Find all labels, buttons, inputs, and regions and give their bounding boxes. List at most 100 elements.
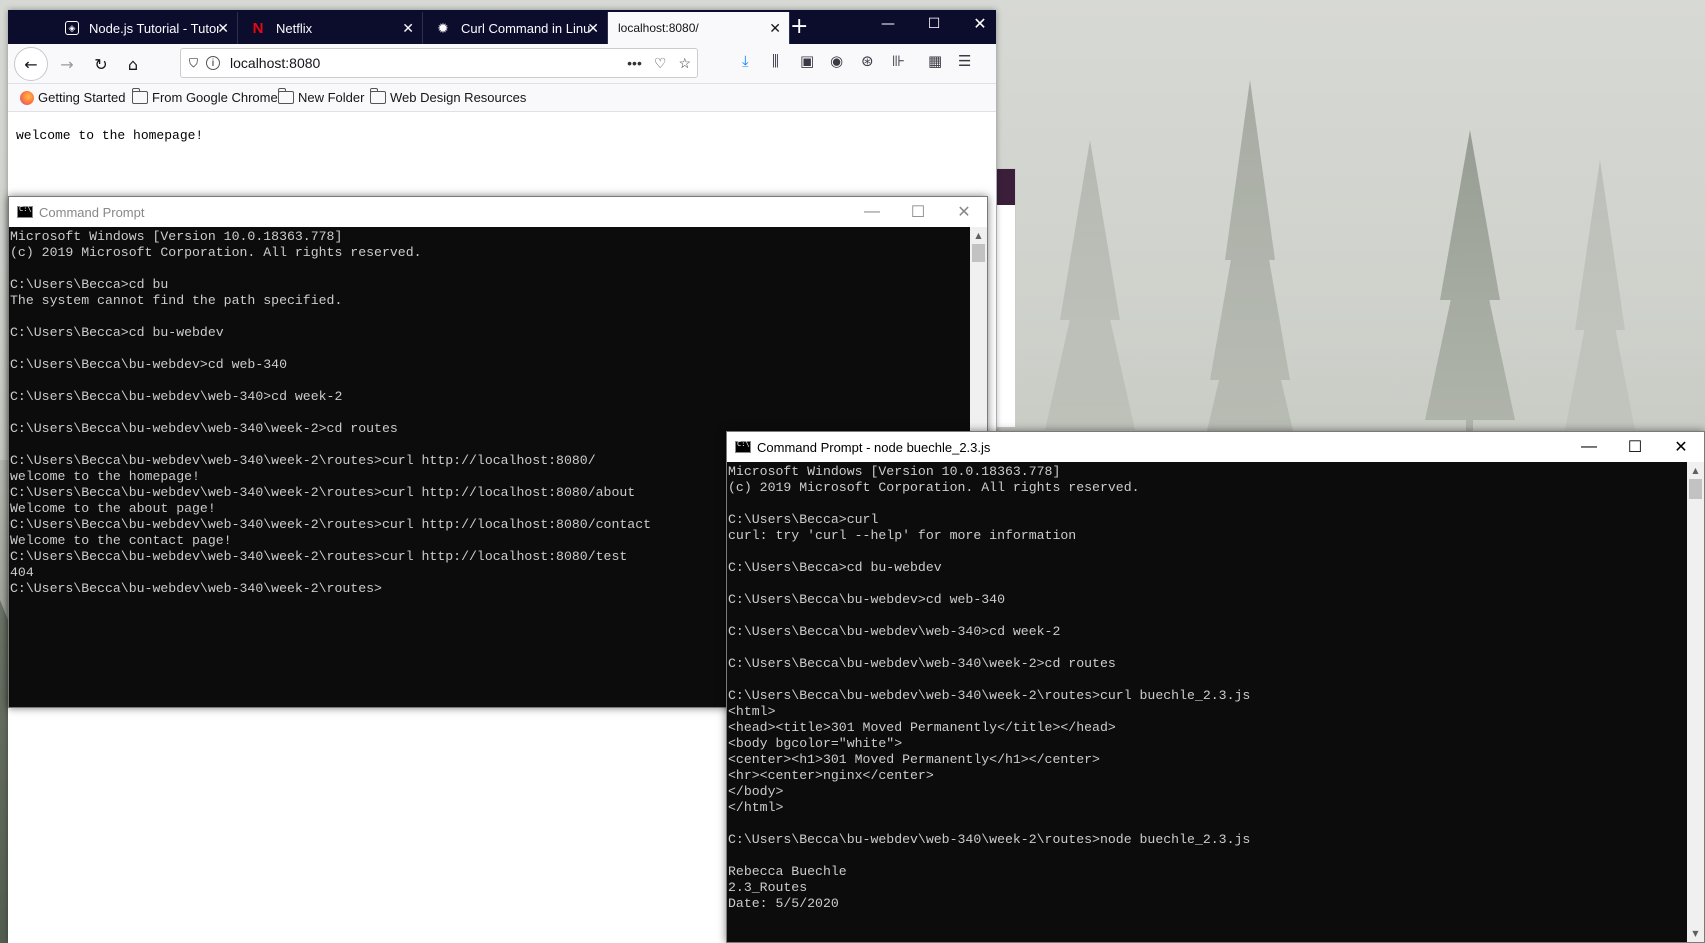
terminal-line: <html> <box>728 704 776 719</box>
scrollbar-thumb[interactable] <box>1689 479 1702 499</box>
close-button[interactable]: ✕ <box>1658 432 1704 462</box>
terminal-line: <head><title>301 Moved Permanently</titl… <box>728 720 1116 735</box>
firefox-icon <box>20 90 34 105</box>
terminal-line: The system cannot find the path specifie… <box>10 293 343 308</box>
sidebar-icon[interactable]: ▣ <box>800 52 814 70</box>
terminal-output[interactable]: Microsoft Windows [Version 10.0.18363.77… <box>727 462 1687 942</box>
terminal-line: Microsoft Windows [Version 10.0.18363.77… <box>728 464 1061 479</box>
tab-strip: ◈ Node.js Tutorial - Tutor ✕ N Netflix ✕… <box>8 10 996 44</box>
terminal-line: C:\Users\Becca\bu-webdev\web-340>cd week… <box>10 389 343 404</box>
terminal-line: <body bgcolor="white"> <box>728 736 903 751</box>
terminal-line: C:\Users\Becca>cd bu-webdev <box>10 325 224 340</box>
tab-netflix[interactable]: N Netflix ✕ <box>238 12 423 44</box>
minimize-button[interactable]: — <box>865 16 911 32</box>
terminal-line: <hr><center>nginx</center> <box>728 768 934 783</box>
scroll-down-icon[interactable]: ▼ <box>1687 925 1704 942</box>
close-window-button[interactable]: ✕ <box>957 14 1003 33</box>
library-icon[interactable]: ⫼ <box>772 52 779 70</box>
scroll-up-icon[interactable]: ▲ <box>1687 462 1704 479</box>
bookmark-folder-google-chrome[interactable]: From Google Chrome <box>132 88 278 105</box>
window-title: Command Prompt <box>39 204 145 220</box>
reload-button[interactable]: ↻ <box>88 52 114 76</box>
pocket-icon[interactable]: ♡ <box>654 55 667 72</box>
tab-title: Node.js Tutorial - Tutor <box>89 20 219 36</box>
terminal-line: (c) 2019 Microsoft Corporation. All righ… <box>10 245 422 260</box>
terminal-line: curl: try 'curl --help' for more informa… <box>728 528 1077 543</box>
close-icon[interactable]: ✕ <box>587 20 599 37</box>
bookmark-label: Getting Started <box>38 90 126 105</box>
tab-title: localhost:8080/ <box>618 21 699 35</box>
bookmark-folder-web-design[interactable]: Web Design Resources <box>370 88 527 105</box>
terminal-line: </html> <box>728 800 784 815</box>
command-prompt-node-window: Command Prompt - node buechle_2.3.js — ☐… <box>726 431 1705 943</box>
close-icon[interactable]: ✕ <box>769 20 781 37</box>
back-button[interactable]: ← <box>14 47 48 81</box>
scrollbar[interactable]: ▲ ▼ <box>1687 462 1704 942</box>
folder-icon <box>132 88 148 104</box>
tab-nodejs-tutorial[interactable]: ◈ Node.js Tutorial - Tutor ✕ <box>53 12 238 44</box>
netflix-icon: N <box>252 19 264 37</box>
tutorial-icon: ◈ <box>65 21 79 35</box>
folder-icon <box>278 88 294 104</box>
account-icon[interactable]: ◉ <box>830 52 843 70</box>
info-icon[interactable]: i <box>206 56 221 70</box>
gear-icon: ✹ <box>437 19 449 36</box>
maximize-button[interactable]: ☐ <box>911 16 957 32</box>
bookmark-getting-started[interactable]: Getting Started <box>20 90 125 105</box>
scroll-up-icon[interactable]: ▲ <box>970 227 987 244</box>
terminal-line: Rebecca Buechle <box>728 864 847 879</box>
home-icon[interactable]: ⌂ <box>120 52 146 76</box>
minimize-button[interactable]: — <box>1566 432 1612 462</box>
bookmark-folder-new-folder[interactable]: New Folder <box>278 88 364 105</box>
terminal-line: C:\Users\Becca\bu-webdev\web-340\week-2\… <box>728 688 1251 703</box>
toolbar-extension-icon[interactable]: ⊪ <box>892 52 905 70</box>
maximize-button[interactable]: ☐ <box>1612 432 1658 462</box>
close-icon[interactable]: ✕ <box>217 20 229 37</box>
tab-title: Netflix <box>276 20 313 36</box>
terminal-line: Microsoft Windows [Version 10.0.18363.77… <box>10 229 343 244</box>
maximize-button[interactable]: ☐ <box>895 197 941 227</box>
bookmark-label: From Google Chrome <box>152 90 278 105</box>
extension-icon[interactable]: ⊛ <box>861 52 874 70</box>
gift-icon[interactable]: ▦ <box>928 52 942 70</box>
more-actions-icon[interactable]: ••• <box>627 55 642 71</box>
folder-icon <box>370 88 386 104</box>
close-button[interactable]: ✕ <box>941 197 987 227</box>
terminal-line: Date: 5/5/2020 <box>728 896 839 911</box>
forward-button[interactable]: → <box>54 52 80 76</box>
title-bar[interactable]: Command Prompt — ☐ ✕ <box>9 197 987 227</box>
scrollbar-thumb[interactable] <box>972 244 985 262</box>
tab-localhost[interactable]: localhost:8080/ ✕ <box>608 12 790 44</box>
tab-title: Curl Command in Linu <box>461 20 591 36</box>
terminal-line: </body> <box>728 784 784 799</box>
downloads-icon[interactable]: ⤓ <box>742 52 749 70</box>
url-text[interactable]: localhost:8080 <box>230 55 621 71</box>
tab-curl-command[interactable]: ✹ Curl Command in Linu ✕ <box>423 12 608 44</box>
terminal-line: C:\Users\Becca>curl <box>728 512 879 527</box>
terminal-line: C:\Users\Becca>cd bu-webdev <box>728 560 942 575</box>
cmd-icon <box>17 205 33 218</box>
shield-icon[interactable]: ⛉ <box>189 56 198 71</box>
menu-icon[interactable]: ☰ <box>958 52 971 70</box>
new-tab-button[interactable]: + <box>790 16 808 38</box>
title-bar[interactable]: Command Prompt - node buechle_2.3.js — ☐… <box>727 432 1704 462</box>
terminal-line: C:\Users\Becca\bu-webdev>cd web-340 <box>728 592 1005 607</box>
terminal-line: C:\Users\Becca\bu-webdev\web-340\week-2\… <box>728 832 1251 847</box>
terminal-line: C:\Users\Becca\bu-webdev\web-340\week-2>… <box>728 656 1116 671</box>
minimize-button[interactable]: — <box>849 197 895 227</box>
bookmark-label: Web Design Resources <box>390 90 527 105</box>
terminal-line: C:\Users\Becca\bu-webdev>cd web-340 <box>10 357 287 372</box>
window-title: Command Prompt - node buechle_2.3.js <box>757 439 991 455</box>
close-icon[interactable]: ✕ <box>402 20 414 37</box>
bookmark-star-icon[interactable]: ☆ <box>678 55 691 72</box>
url-bar[interactable]: ⛉ i localhost:8080 ••• ♡ ☆ <box>180 48 698 78</box>
terminal-line: <center><h1>301 Moved Permanently</h1></… <box>728 752 1100 767</box>
bookmarks-toolbar: Getting Started From Google Chrome New F… <box>8 84 996 112</box>
